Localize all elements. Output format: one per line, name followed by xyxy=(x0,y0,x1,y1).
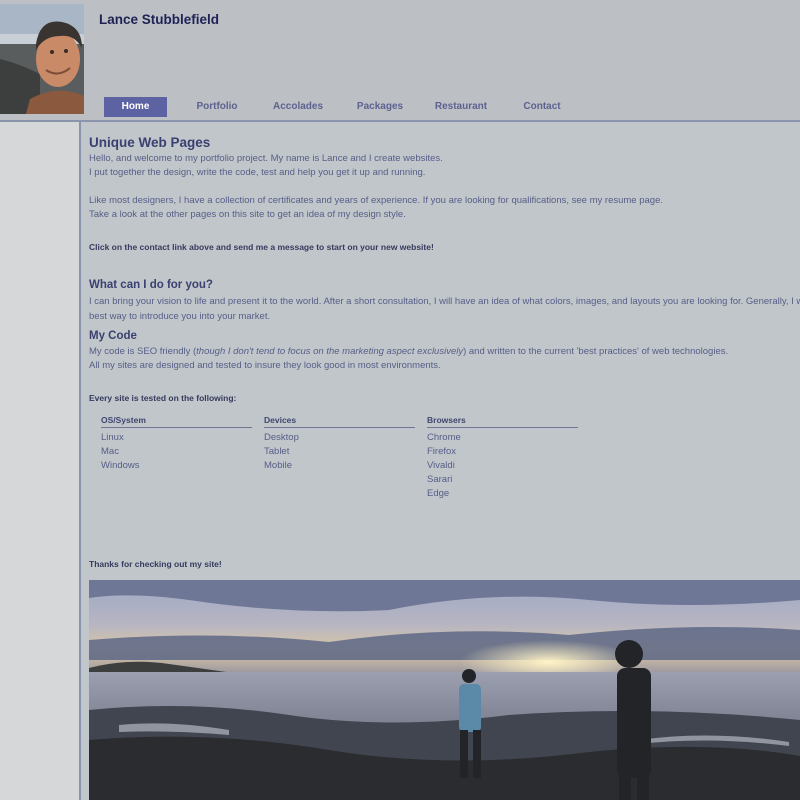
browser-item: Chrome xyxy=(427,432,461,443)
column-header-os: OS/System xyxy=(101,415,252,428)
contact-call-to-action: Click on the contact link above and send… xyxy=(89,242,434,252)
intro-paragraph: Hello, and welcome to my portfolio proje… xyxy=(89,153,443,164)
browser-item: Edge xyxy=(427,488,450,499)
testing-heading: Every site is tested on the following: xyxy=(89,393,237,403)
sunset-beach-photo xyxy=(89,580,800,800)
nav-packages[interactable]: Packages xyxy=(349,97,411,117)
intro-paragraph: I put together the design, write the cod… xyxy=(89,167,426,178)
profile-photo xyxy=(0,4,84,114)
code-italic-text: though I don't tend to focus on the mark… xyxy=(196,346,464,357)
nav-accolades[interactable]: Accolades xyxy=(266,97,330,117)
main-content: Unique Web Pages Hello, and welcome to m… xyxy=(81,122,800,800)
intro-paragraph: Take a look at the other pages on this s… xyxy=(89,209,406,220)
code-heading: My Code xyxy=(89,330,137,342)
left-sidebar xyxy=(0,122,81,800)
nav-home[interactable]: Home xyxy=(104,97,167,117)
code-text: ) and written to the current 'best pract… xyxy=(463,346,729,357)
code-text: My code is SEO friendly ( xyxy=(89,346,197,357)
services-paragraph: I can bring your vision to life and pres… xyxy=(89,296,800,307)
os-item: Linux xyxy=(101,432,124,443)
code-paragraph: All my sites are designed and tested to … xyxy=(89,360,441,371)
services-paragraph: best way to introduce you into your mark… xyxy=(89,311,271,322)
browser-item: Firefox xyxy=(427,446,457,457)
device-item: Tablet xyxy=(264,446,290,457)
services-heading: What can I do for you? xyxy=(89,279,213,291)
device-item: Mobile xyxy=(264,460,292,471)
column-header-browsers: Browsers xyxy=(427,415,578,428)
code-paragraph: My code is SEO friendly (though I don't … xyxy=(89,346,728,357)
site-title: Lance Stubblefield xyxy=(99,12,220,27)
os-item: Mac xyxy=(101,446,119,457)
intro-heading: Unique Web Pages xyxy=(89,135,211,150)
intro-paragraph: Like most designers, I have a collection… xyxy=(89,195,663,206)
browser-item: Sarari xyxy=(427,474,453,485)
site-header: Lance Stubblefield Home Portfolio Accola… xyxy=(0,0,800,122)
nav-portfolio[interactable]: Portfolio xyxy=(186,97,248,117)
nav-restaurant[interactable]: Restaurant xyxy=(428,97,494,117)
device-item: Desktop xyxy=(264,432,299,443)
browser-item: Vivaldi xyxy=(427,460,455,471)
nav-contact[interactable]: Contact xyxy=(512,97,572,117)
os-item: Windows xyxy=(101,460,140,471)
thanks-message: Thanks for checking out my site! xyxy=(89,559,222,569)
column-header-devices: Devices xyxy=(264,415,415,428)
